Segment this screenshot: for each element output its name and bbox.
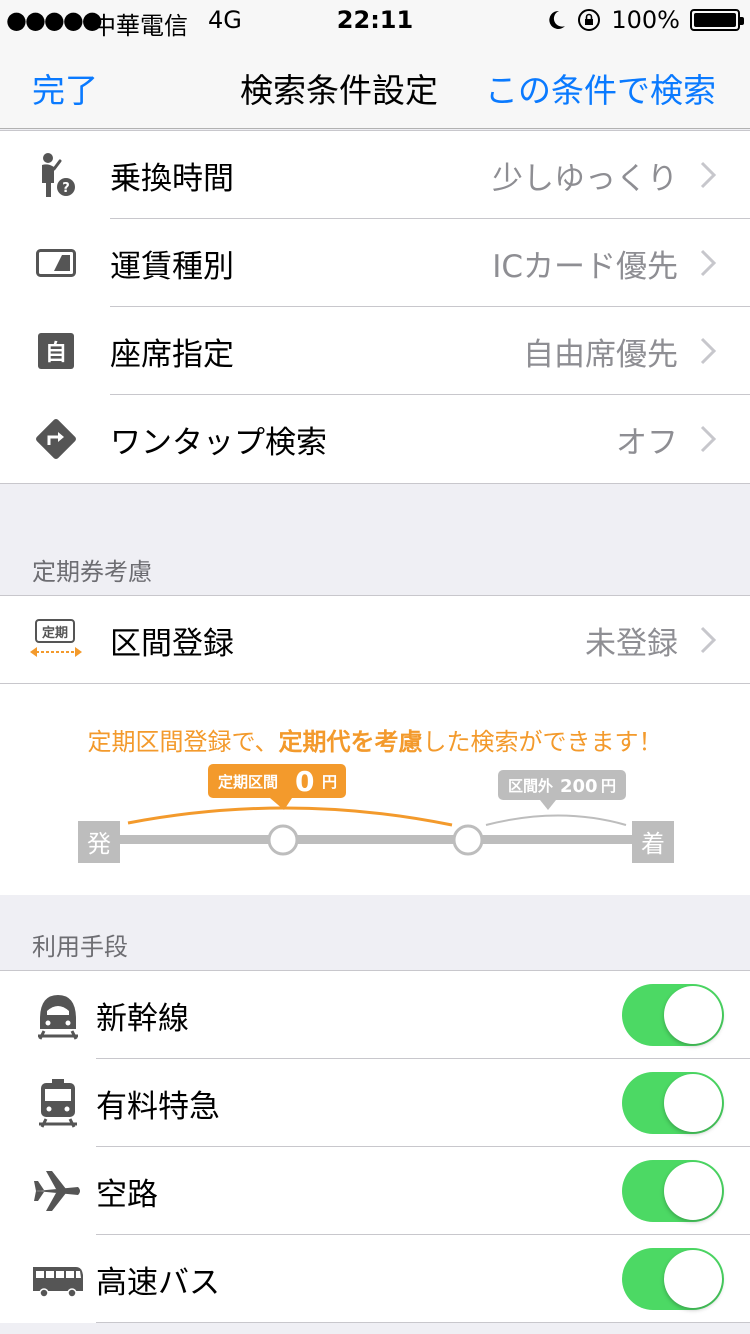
svg-text:?: ? <box>62 181 70 196</box>
section-header-commuter: 定期券考慮 <box>32 558 152 586</box>
transport-row-shinkansen: 新幹線 <box>0 971 750 1059</box>
outside-section-unit: 円 <box>601 777 616 795</box>
commuter-pass-icon-label: 定期 <box>41 625 68 641</box>
shinkansen-toggle[interactable] <box>622 984 724 1046</box>
pass-section-label: 定期区間 <box>218 773 278 791</box>
setting-row-one-tap-search[interactable]: ワンタップ検索 オフ <box>0 395 750 483</box>
seat-icon-label: 自 <box>38 333 74 369</box>
depart-label: 発 <box>87 830 111 858</box>
train-icon <box>39 1079 77 1128</box>
setting-value: ICカード優先 <box>492 249 678 285</box>
commuter-group: 定期 区間登録 未登録 <box>0 595 750 684</box>
transport-label: 有料特急 <box>96 1089 220 1125</box>
setting-label: 乗換時間 <box>110 161 234 197</box>
chevron-right-icon <box>700 626 717 654</box>
battery-percent: 100% <box>611 6 680 34</box>
setting-label: 区間登録 <box>110 626 234 662</box>
highway-bus-toggle[interactable] <box>622 1248 724 1310</box>
commuter-pass-icon: 定期 <box>28 616 84 664</box>
outside-section-amount: 200 <box>560 776 598 797</box>
transport-row-limited-express: 有料特急 <box>0 1059 750 1147</box>
ic-card-icon <box>32 239 80 287</box>
setting-value: 自由席優先 <box>523 337 678 373</box>
commuter-promo-banner[interactable]: 定期区間登録で、定期代を考慮した検索ができます！ 発 着 定期区間 0 円 区間… <box>0 683 750 895</box>
section-header-transport: 利用手段 <box>32 933 128 961</box>
pass-section-amount: 0 <box>295 765 314 798</box>
setting-label: ワンタップ検索 <box>110 425 327 461</box>
setting-value: オフ <box>616 425 678 461</box>
arrive-label: 着 <box>641 830 665 858</box>
done-button[interactable]: 完了 <box>32 64 98 112</box>
page-title: 検索条件設定 <box>240 71 438 110</box>
setting-row-transfer-time[interactable]: ? 乗換時間 少しゆっくり <box>0 131 750 219</box>
seat-icon: 自 <box>32 327 80 375</box>
search-settings-group: ? 乗換時間 少しゆっくり 運賃種別 ICカード優先 自 座席指定 自由席優先 <box>0 130 750 484</box>
transport-row-air: 空路 <box>0 1147 750 1235</box>
transport-row-highway-bus: 高速バス <box>0 1235 750 1323</box>
transport-label: 高速バス <box>96 1265 220 1301</box>
setting-row-seat-type[interactable]: 自 座席指定 自由席優先 <box>0 307 750 395</box>
chevron-right-icon <box>700 337 717 365</box>
person-question-icon: ? <box>32 151 80 199</box>
setting-value: 少しゆっくり <box>492 161 678 197</box>
battery-icon <box>690 9 744 31</box>
setting-row-commuter-registration[interactable]: 定期 区間登録 未登録 <box>0 596 750 684</box>
moon-icon <box>549 10 566 29</box>
chevron-right-icon <box>700 249 717 277</box>
navigation-bar: 完了 検索条件設定 この条件で検索 <box>0 40 750 129</box>
chevron-right-icon <box>700 161 717 189</box>
commuter-route-diagram: 発 着 定期区間 0 円 区間外 200 円 <box>78 764 674 863</box>
airplane-icon <box>34 1171 80 1211</box>
transport-label: 空路 <box>96 1177 158 1213</box>
chevron-right-icon <box>700 425 717 453</box>
bullet-train-icon <box>38 995 78 1040</box>
transport-group: 新幹線 有料特急 空路 高速バス <box>0 970 750 1323</box>
outside-section-label: 区間外 <box>508 777 553 795</box>
pass-section-unit: 円 <box>322 773 337 791</box>
search-with-conditions-button[interactable]: この条件で検索 <box>485 64 716 112</box>
setting-row-fare-type[interactable]: 運賃種別 ICカード優先 <box>0 219 750 307</box>
transport-label: 新幹線 <box>96 1001 189 1037</box>
setting-label: 運賃種別 <box>110 249 234 285</box>
rotation-lock-icon <box>578 9 601 31</box>
setting-label: 座席指定 <box>110 337 234 373</box>
air-toggle[interactable] <box>622 1160 724 1222</box>
bus-icon <box>33 1267 83 1298</box>
setting-value: 未登録 <box>585 626 678 662</box>
limited-express-toggle[interactable] <box>622 1072 724 1134</box>
turn-sign-icon <box>32 415 80 463</box>
status-bar: ●●●●● 中華電信 4G 22:11 100% <box>0 0 750 40</box>
